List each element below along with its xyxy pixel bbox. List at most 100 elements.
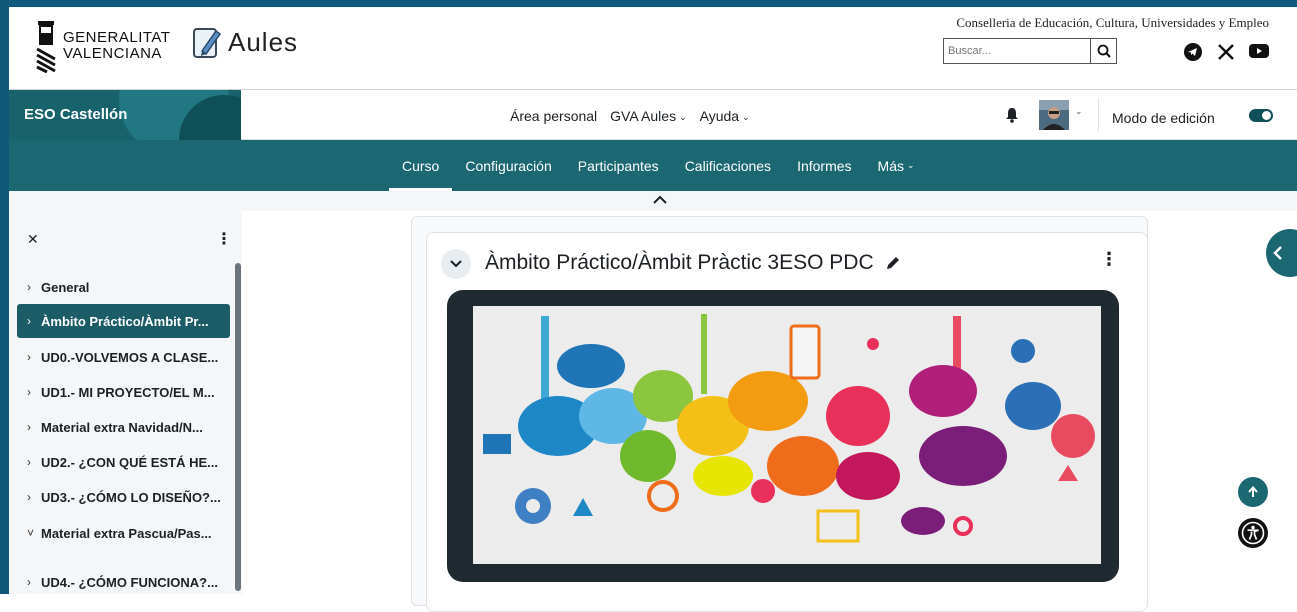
course-index-drawer: ✕ ⋮ › General › Àmbito Práctico/Àmbit Pr…	[9, 211, 242, 594]
chevron-right-icon: ›	[27, 350, 31, 364]
collapse-header-button[interactable]	[652, 193, 668, 211]
navbar: ESO Castellón Área personal GVA Aules ⌄ A…	[9, 90, 1297, 140]
aules-logo-text: Aules	[228, 26, 299, 57]
divider	[1098, 98, 1099, 132]
chevron-right-icon: ›	[27, 455, 31, 469]
tab-participantes[interactable]: Participantes	[565, 140, 672, 191]
x-icon	[1218, 44, 1234, 60]
search-input[interactable]	[944, 39, 1090, 63]
course-index-item-label: Material extra Navidad/N...	[41, 419, 203, 435]
user-avatar[interactable]	[1039, 100, 1069, 130]
header-collapse-bar	[9, 191, 1297, 211]
chevron-down-icon: ⌄	[742, 112, 750, 122]
tab-configuracion[interactable]: Configuración	[452, 140, 564, 191]
section-title-text: Àmbito Práctico/Àmbit Pràctic 3ESO PDC	[485, 251, 874, 274]
tab-informes[interactable]: Informes	[784, 140, 864, 191]
tab-calificaciones[interactable]: Calificaciones	[672, 140, 784, 191]
course-section: Àmbito Práctico/Àmbit Pràctic 3ESO PDC ⋮	[426, 232, 1148, 612]
chevron-down-icon: ⌄	[679, 112, 687, 122]
chevron-right-icon: ›	[27, 314, 31, 328]
course-index-item-label: UD3.- ¿CÓMO LO DISEÑO?...	[41, 489, 221, 505]
site-search	[943, 38, 1117, 64]
chevron-down-icon[interactable]: ⌄	[1075, 106, 1083, 117]
edit-mode-label: Modo de edición	[1112, 110, 1215, 126]
x-link[interactable]	[1217, 43, 1235, 61]
telegram-link[interactable]	[1184, 43, 1202, 61]
course-index-item[interactable]: › General	[17, 270, 230, 304]
youtube-icon	[1249, 44, 1269, 58]
nav-area-personal[interactable]: Área personal	[510, 108, 597, 124]
course-index-item[interactable]: › UD2.- ¿CON QUÉ ESTÁ HE...	[17, 445, 230, 479]
section-menu-button[interactable]: ⋮	[1100, 249, 1118, 270]
section-collapse-button[interactable]	[441, 249, 471, 279]
conselleria-link[interactable]: Conselleria de Educación, Cultura, Unive…	[956, 15, 1269, 31]
generalitat-crest-icon	[36, 21, 56, 73]
chevron-right-icon: ›	[27, 575, 31, 589]
bell-icon	[1006, 108, 1018, 123]
chevron-up-icon	[653, 195, 667, 204]
chevron-down-icon	[450, 260, 462, 268]
search-icon	[1097, 44, 1111, 58]
main-content: Àmbito Práctico/Àmbit Pràctic 3ESO PDC ⋮	[242, 211, 1297, 612]
course-index-item[interactable]: › UD3.- ¿CÓMO LO DISEÑO?...	[17, 480, 230, 514]
course-index-item-label: Àmbito Práctico/Àmbit Pr...	[41, 313, 209, 329]
tab-curso[interactable]: Curso	[389, 140, 453, 191]
accessibility-button[interactable]	[1238, 518, 1268, 548]
aules-notebook-icon	[193, 28, 222, 58]
chevron-down-icon: ⌄	[906, 160, 915, 170]
open-block-drawer-button[interactable]	[1266, 229, 1297, 277]
site-name: ESO Castellón	[24, 106, 128, 123]
course-index-item-label: General	[41, 279, 90, 295]
tab-mas[interactable]: Más ⌄	[865, 140, 928, 191]
chevron-down-icon: ˅	[27, 526, 35, 540]
accessibility-icon	[1241, 521, 1265, 545]
chevron-right-icon: ›	[27, 420, 31, 434]
edit-mode-toggle[interactable]	[1249, 109, 1273, 122]
search-button[interactable]	[1090, 39, 1116, 63]
close-drawer-button[interactable]: ✕	[27, 231, 39, 248]
generalitat-logo[interactable]: GENERALITAT VALENCIANA	[35, 19, 170, 73]
nav-ayuda-label: Ayuda	[699, 108, 740, 124]
gva-logo-line1: GENERALITAT	[63, 29, 171, 46]
user-photo-icon	[1039, 100, 1069, 130]
notifications-button[interactable]	[1005, 107, 1019, 128]
course-index-menu-button[interactable]: ⋮	[216, 229, 232, 249]
drawer-scrollbar[interactable]	[235, 263, 241, 591]
secondary-navigation: Curso Configuración Participantes Califi…	[9, 140, 1297, 191]
nav-gva-aules[interactable]: GVA Aules ⌄	[610, 108, 686, 124]
chevron-left-icon	[1273, 246, 1282, 260]
banner-illustration	[473, 306, 1101, 564]
section-title[interactable]: Àmbito Práctico/Àmbit Pràctic 3ESO PDC	[485, 251, 901, 275]
tab-mas-label: Más	[877, 157, 904, 174]
social-media-cloud-illustration	[473, 306, 1101, 564]
chevron-right-icon: ›	[27, 490, 31, 504]
aules-logo[interactable]: Aules	[192, 25, 298, 59]
window-frame-top	[0, 0, 1297, 7]
nav-ayuda[interactable]: Ayuda ⌄	[700, 108, 750, 124]
course-index-item-label: UD4.- ¿CÓMO FUNCIONA?...	[41, 574, 218, 590]
course-content: Àmbito Práctico/Àmbit Pràctic 3ESO PDC ⋮	[411, 216, 1148, 612]
site-brand[interactable]: ESO Castellón	[9, 90, 241, 140]
course-index-item[interactable]: › UD0.-VOLVEMOS A CLASE...	[17, 340, 230, 374]
gva-header: GENERALITAT VALENCIANA Aules Conselleria…	[9, 7, 1297, 90]
youtube-link[interactable]	[1249, 43, 1269, 59]
course-index-item-active[interactable]: › Àmbito Práctico/Àmbit Pr...	[17, 304, 230, 338]
window-frame-left	[0, 0, 9, 594]
course-index-item[interactable]: ˅ Material extra Pascua/Pas...	[17, 516, 230, 550]
course-index-item[interactable]: › Material extra Navidad/N...	[17, 410, 230, 444]
gva-logo-line2: VALENCIANA	[63, 45, 162, 62]
course-index-item[interactable]: › UD1.- MI PROYECTO/EL M...	[17, 375, 230, 409]
nav-gva-aules-label: GVA Aules	[610, 108, 677, 124]
chevron-right-icon: ›	[27, 280, 31, 294]
telegram-icon	[1184, 43, 1202, 61]
pencil-icon[interactable]	[885, 255, 901, 271]
arrow-up-icon	[1248, 485, 1258, 497]
course-index-item-label: UD2.- ¿CON QUÉ ESTÁ HE...	[41, 454, 218, 470]
chevron-right-icon: ›	[27, 385, 31, 399]
section-banner-image	[447, 290, 1119, 582]
course-index-item-label: UD0.-VOLVEMOS A CLASE...	[41, 349, 219, 365]
course-index-item-label: Material extra Pascua/Pas...	[41, 525, 212, 541]
back-to-top-button[interactable]	[1238, 477, 1268, 507]
primary-navigation: Área personal GVA Aules ⌄ Ayuda ⌄	[510, 108, 750, 124]
course-index-item-label: UD1.- MI PROYECTO/EL M...	[41, 384, 215, 400]
